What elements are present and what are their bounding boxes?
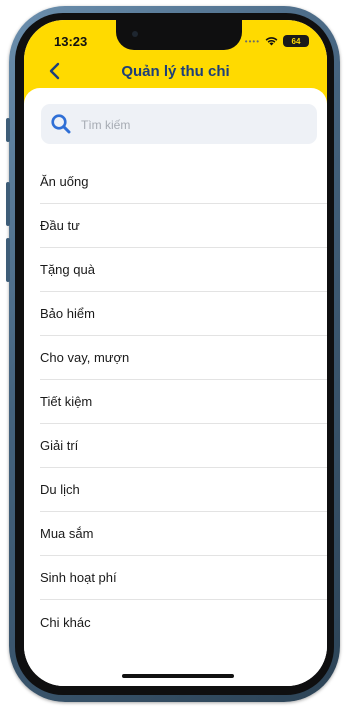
list-item[interactable]: Cho vay, mượn — [40, 336, 327, 380]
status-time: 13:23 — [54, 34, 88, 49]
status-icons: •••• 64 — [245, 35, 309, 47]
list-item[interactable]: Chi khác — [40, 600, 327, 644]
list-item[interactable]: Tiết kiệm — [40, 380, 327, 424]
list-item[interactable]: Bảo hiểm — [40, 292, 327, 336]
wifi-icon — [265, 37, 278, 46]
list-item[interactable]: Sinh hoạt phí — [40, 556, 327, 600]
list-item[interactable]: Tặng quà — [40, 248, 327, 292]
list-item[interactable]: Giải trí — [40, 424, 327, 468]
list-item[interactable]: Mua sắm — [40, 512, 327, 556]
category-list: Ăn uống Đầu tư Tặng quà Bảo hiểm Cho vay… — [40, 160, 327, 644]
side-button-volume-up — [6, 182, 10, 226]
side-button-mute — [6, 118, 10, 142]
camera-icon — [132, 31, 138, 37]
battery-indicator: 64 — [283, 35, 309, 47]
list-item[interactable]: Ăn uống — [40, 160, 327, 204]
home-indicator — [122, 674, 234, 678]
side-button-volume-down — [6, 238, 10, 282]
search-bar[interactable] — [41, 104, 317, 146]
search-input[interactable] — [79, 104, 313, 146]
signal-dots-icon: •••• — [244, 36, 260, 46]
search-icon — [51, 114, 71, 134]
content-card: Ăn uống Đầu tư Tặng quà Bảo hiểm Cho vay… — [24, 88, 327, 686]
list-item[interactable]: Đầu tư — [40, 204, 327, 248]
page-title: Quản lý thu chi — [121, 63, 230, 80]
screen: 13:23 •••• 64 Quản lý thu chi Ă — [24, 20, 327, 686]
list-item[interactable]: Du lịch — [40, 468, 327, 512]
notch — [116, 20, 242, 50]
